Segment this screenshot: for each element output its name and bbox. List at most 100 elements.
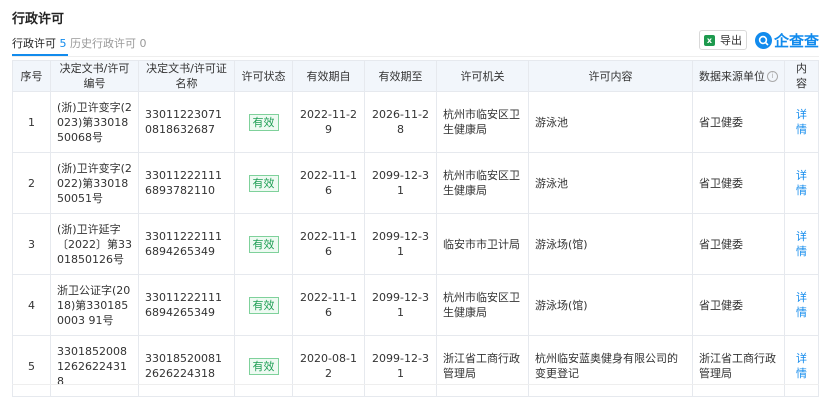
status-badge: 有效	[248, 296, 279, 314]
cell-doc-no-text: 浙卫公证字(2018)第3301850003 91号	[57, 283, 131, 327]
tab-permits[interactable]: 行政许可 5	[12, 35, 67, 51]
cell-valid-to: 2099-12-31	[364, 274, 437, 336]
detail-link[interactable]: 详情	[796, 108, 807, 136]
cell-valid-from-text: 2022-11-29	[300, 108, 357, 136]
qcc-logo-icon	[755, 31, 772, 49]
cell-doc-no: (浙)卫许延字〔2022〕第3301850126号	[50, 213, 139, 275]
permits-table: 序号 决定文书/许可编号 决定文书/许可证名称 许可状态 有效期自 有效期至 许…	[12, 60, 819, 397]
cell-content: 游泳场(馆)	[528, 213, 693, 275]
cell-source-text: 省卫健委	[699, 176, 743, 190]
cell-source: 省卫健委	[692, 152, 785, 214]
cell-source: 浙江省工商行政管理局	[692, 335, 785, 397]
brand-text: 企查查	[774, 31, 820, 50]
col-header-doc-name: 决定文书/许可证名称	[138, 60, 235, 92]
status-badge: 有效	[248, 235, 279, 253]
cell-source: 省卫健委	[692, 91, 785, 153]
col-header-status: 许可状态	[234, 60, 293, 92]
cell-valid-from: 2022-11-16	[292, 213, 365, 275]
cell-valid-from-text: 2020-08-12	[300, 352, 357, 380]
cell-content-text: 游泳场(馆)	[535, 237, 588, 251]
cell-doc-name: 330112221116894265349	[138, 274, 235, 336]
cell-source-text: 省卫健委	[699, 115, 743, 129]
info-icon[interactable]: i	[767, 71, 778, 82]
cell-source: 省卫健委	[692, 274, 785, 336]
tab-permits-count: 5	[59, 37, 67, 50]
cell-action: 详情	[784, 152, 819, 214]
cell-doc-name: 330185200812626224318	[138, 335, 235, 397]
cell-doc-name: 330112221116893782110	[138, 152, 235, 214]
cell-valid-from-text: 2022-11-16	[300, 169, 357, 197]
col-header-valid-from: 有效期自	[292, 60, 365, 92]
cell-content-text: 游泳池	[535, 115, 568, 129]
cell-status: 有效	[234, 274, 293, 336]
detail-link[interactable]: 详情	[796, 352, 807, 380]
cell-authority: 杭州市临安区卫生健康局	[436, 91, 529, 153]
cell-doc-no: 浙卫公证字(2018)第3301850003 91号	[50, 274, 139, 336]
cell-authority: 杭州市临安区卫生健康局	[436, 152, 529, 214]
cell-no-text: 2	[28, 176, 35, 190]
cell-doc-no: 330185200812626224318	[50, 335, 139, 397]
cell-status: 有效	[234, 335, 293, 397]
cell-content: 杭州临安蓝奥健身有限公司的变更登记	[528, 335, 693, 397]
cell-content-text: 游泳场(馆)	[535, 298, 588, 312]
cell-no: 2	[12, 152, 51, 214]
tab-history-count: 0	[139, 37, 147, 50]
excel-icon: x	[704, 34, 715, 46]
cell-doc-name-text: 330112230710818632687	[145, 108, 222, 136]
cell-no-text: 5	[28, 359, 35, 373]
table-row: 3 (浙)卫许延字〔2022〕第3301850126号 33011222111689…	[12, 213, 819, 275]
cell-content: 游泳池	[528, 91, 693, 153]
cell-valid-to: 2099-12-31	[364, 335, 437, 397]
cell-action: 详情	[784, 335, 819, 397]
cell-no: 1	[12, 91, 51, 153]
cell-doc-name-text: 330112221116894265349	[145, 230, 222, 258]
col-header-action: 内容	[784, 60, 819, 92]
col-header-doc-no: 决定文书/许可编号	[50, 60, 139, 92]
cell-doc-no-text: 330185200812626224318	[57, 344, 127, 388]
table-row: 1 (浙)卫许变字(2023)第3301850068号 33011223071081…	[12, 91, 819, 153]
cell-doc-name: 330112221116894265349	[138, 213, 235, 275]
col-header-valid-to: 有效期至	[364, 60, 437, 92]
cell-action: 详情	[784, 274, 819, 336]
export-button[interactable]: x 导出	[699, 30, 747, 50]
detail-link[interactable]: 详情	[796, 230, 807, 258]
cell-action: 详情	[784, 213, 819, 275]
cell-valid-to-text: 2099-12-31	[372, 169, 429, 197]
cell-content-text: 游泳池	[535, 176, 568, 190]
tab-history-permits[interactable]: 历史行政许可 0	[70, 35, 147, 51]
cell-authority-text: 临安市市卫计局	[443, 237, 520, 251]
cell-doc-no: (浙)卫许变字(2022)第3301850051号	[50, 152, 139, 214]
cell-authority: 浙江省工商行政管理局	[436, 335, 529, 397]
cell-no-text: 3	[28, 237, 35, 251]
cell-valid-to-text: 2099-12-31	[372, 291, 429, 319]
cell-doc-name-text: 330185200812626224318	[145, 352, 222, 380]
cell-valid-to-text: 2099-12-31	[372, 352, 429, 380]
cell-doc-no-text: (浙)卫许延字〔2022〕第3301850126号	[57, 222, 132, 266]
cell-no-text: 4	[28, 298, 35, 312]
cell-authority-text: 杭州市临安区卫生健康局	[443, 169, 520, 197]
tabs-divider	[12, 56, 819, 57]
cell-status: 有效	[234, 91, 293, 153]
col-header-authority: 许可机关	[436, 60, 529, 92]
detail-link[interactable]: 详情	[796, 169, 807, 197]
cell-valid-from: 2022-11-29	[292, 91, 365, 153]
cell-doc-no-text: (浙)卫许变字(2022)第3301850051号	[57, 161, 132, 205]
cell-valid-to: 2099-12-31	[364, 213, 437, 275]
cell-authority-text: 杭州市临安区卫生健康局	[443, 108, 520, 136]
cell-valid-to: 2099-12-31	[364, 152, 437, 214]
cell-doc-no-text: (浙)卫许变字(2023)第3301850068号	[57, 100, 132, 144]
cell-valid-from: 2020-08-12	[292, 335, 365, 397]
cell-authority-text: 浙江省工商行政管理局	[443, 352, 520, 380]
source-header-label: 数据来源单位	[699, 69, 765, 83]
table-row: 2 (浙)卫许变字(2022)第3301850051号 33011222111689…	[12, 152, 819, 214]
status-badge: 有效	[248, 113, 279, 131]
cell-status: 有效	[234, 152, 293, 214]
tab-history-label: 历史行政许可	[70, 37, 136, 50]
brand-logo: 企查查	[755, 29, 819, 51]
detail-link[interactable]: 详情	[796, 291, 807, 319]
cell-doc-no: (浙)卫许变字(2023)第3301850068号	[50, 91, 139, 153]
cell-valid-to: 2026-11-28	[364, 91, 437, 153]
cell-source-text: 省卫健委	[699, 298, 743, 312]
table-body: 1 (浙)卫许变字(2023)第3301850068号 33011223071081…	[12, 91, 819, 397]
col-header-no: 序号	[12, 60, 51, 92]
